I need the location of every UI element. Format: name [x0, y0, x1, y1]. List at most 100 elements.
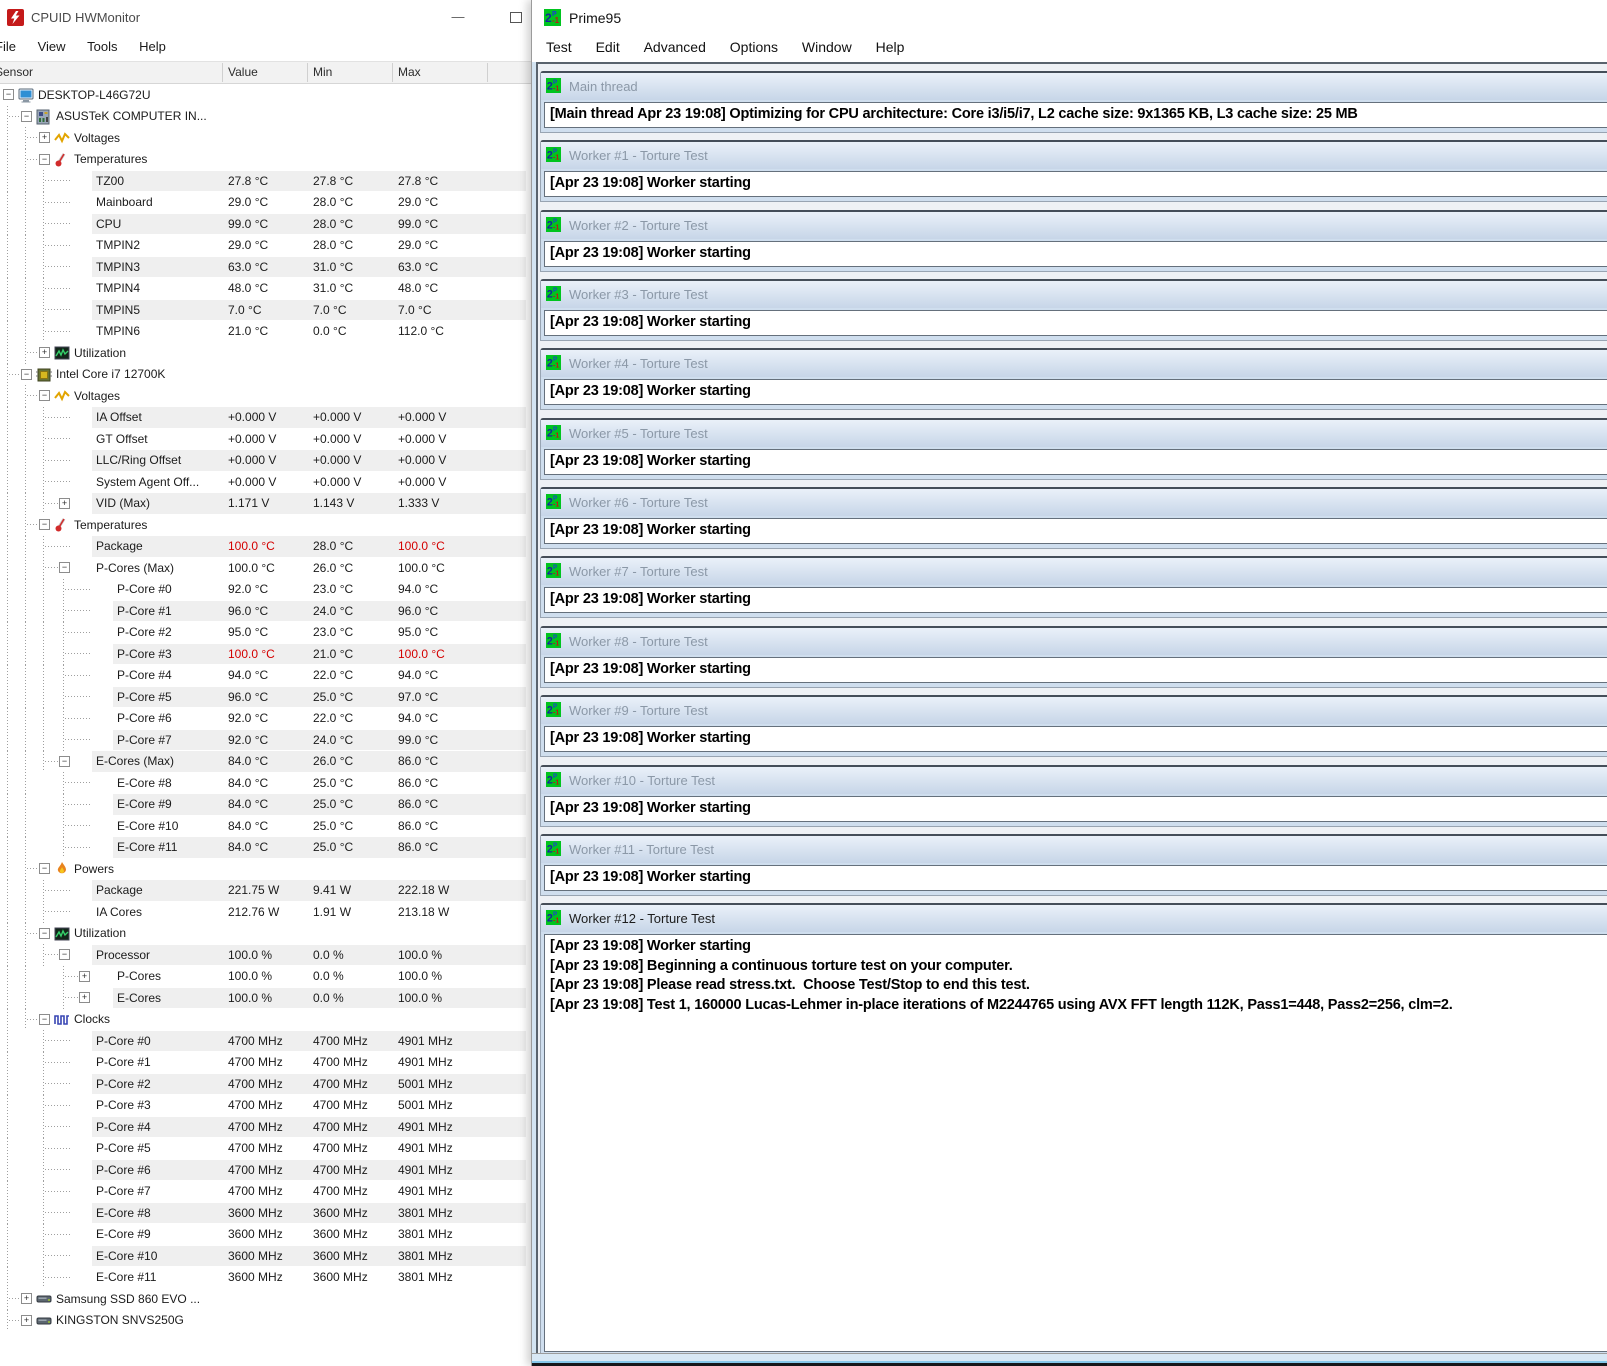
- menu-item-tools[interactable]: Tools: [78, 34, 126, 54]
- tree-node-row[interactable]: − ASUSTeK COMPUTER IN...: [0, 105, 531, 127]
- sensor-row[interactable]: System Agent Off... +0.000 V +0.000 V +0.00…: [0, 471, 531, 493]
- expand-expander-icon[interactable]: +: [79, 970, 90, 982]
- sensor-row[interactable]: E-Core #10 3600 MHz 3600 MHz 3801 MHz: [0, 1245, 531, 1267]
- collapse-expander-icon[interactable]: −: [39, 1013, 50, 1025]
- sensor-row[interactable]: P-Core #1 96.0 °C 24.0 °C 96.0 °C: [0, 600, 531, 622]
- sensor-row[interactable]: GT Offset +0.000 V +0.000 V +0.000 V: [0, 428, 531, 450]
- sensor-row[interactable]: IA Cores 212.76 W 1.91 W 213.18 W: [0, 901, 531, 923]
- collapse-expander-icon[interactable]: −: [39, 390, 50, 401]
- sensor-row[interactable]: TMPIN3 63.0 °C 31.0 °C 63.0 °C: [0, 256, 531, 278]
- minimize-button[interactable]: —: [446, 6, 470, 28]
- sensor-row[interactable]: E-Core #8 84.0 °C 25.0 °C 86.0 °C: [0, 772, 531, 794]
- mdi-child-titlebar[interactable]: 2 P -1 Worker #5 - Torture Test: [541, 419, 1607, 447]
- tree-node-row[interactable]: − Temperatures: [0, 514, 531, 536]
- mdi-child-titlebar[interactable]: 2 P -1 Worker #9 - Torture Test: [541, 697, 1607, 725]
- sensor-row[interactable]: E-Core #8 3600 MHz 3600 MHz 3801 MHz: [0, 1202, 531, 1224]
- tree-node-row[interactable]: + Utilization: [0, 342, 531, 364]
- collapse-expander-icon[interactable]: −: [3, 89, 14, 100]
- sensor-row[interactable]: P-Core #2 95.0 °C 23.0 °C 95.0 °C: [0, 621, 531, 643]
- sensor-row[interactable]: Mainboard 29.0 °C 28.0 °C 29.0 °C: [0, 191, 531, 213]
- sensor-row[interactable]: P-Core #0 4700 MHz 4700 MHz 4901 MHz: [0, 1030, 531, 1052]
- sensor-row[interactable]: P-Core #4 94.0 °C 22.0 °C 94.0 °C: [0, 664, 531, 686]
- expand-expander-icon[interactable]: +: [39, 347, 50, 358]
- collapse-expander-icon[interactable]: −: [39, 153, 50, 165]
- menu-item-file[interactable]: File: [0, 34, 25, 54]
- expand-expander-icon[interactable]: +: [59, 497, 70, 509]
- menu-item-view[interactable]: View: [29, 34, 75, 54]
- sensor-row[interactable]: E-Core #9 3600 MHz 3600 MHz 3801 MHz: [0, 1223, 531, 1245]
- tree-node-row[interactable]: − Powers: [0, 858, 531, 880]
- expand-expander-icon[interactable]: +: [79, 992, 90, 1003]
- expand-expander-icon[interactable]: +: [21, 1293, 32, 1304]
- prime95-titlebar[interactable]: 2 P -1 Prime95: [532, 0, 1607, 36]
- column-header-max[interactable]: Max: [398, 65, 421, 79]
- sensor-row[interactable]: P-Core #5 96.0 °C 25.0 °C 97.0 °C: [0, 686, 531, 708]
- sensor-row[interactable]: − E-Cores (Max) 84.0 °C 26.0 °C 86.0 °C: [0, 750, 531, 772]
- menu-item-help[interactable]: Help: [130, 34, 175, 54]
- sensor-row[interactable]: − Processor 100.0 % 0.0 % 100.0 %: [0, 944, 531, 966]
- sensor-row[interactable]: LLC/Ring Offset +0.000 V +0.000 V +0.000 V: [0, 449, 531, 471]
- column-header-sensor[interactable]: Sensor: [0, 65, 33, 79]
- collapse-expander-icon[interactable]: −: [59, 755, 70, 767]
- sensor-row[interactable]: − P-Cores (Max) 100.0 °C 26.0 °C 100.0 °C: [0, 557, 531, 579]
- sensor-row[interactable]: P-Core #5 4700 MHz 4700 MHz 4901 MHz: [0, 1137, 531, 1159]
- tree-node-row[interactable]: − Temperatures: [0, 148, 531, 170]
- sensor-row[interactable]: + P-Cores 100.0 % 0.0 % 100.0 %: [0, 965, 531, 987]
- tree-node-row[interactable]: − Intel Core i7 12700K: [0, 363, 531, 385]
- menu-item-window[interactable]: Window: [792, 36, 862, 55]
- sensor-row[interactable]: TMPIN4 48.0 °C 31.0 °C 48.0 °C: [0, 277, 531, 299]
- sensor-row[interactable]: P-Core #7 4700 MHz 4700 MHz 4901 MHz: [0, 1180, 531, 1202]
- column-header-min[interactable]: Min: [313, 65, 332, 79]
- tree-node-row[interactable]: − Voltages: [0, 385, 531, 407]
- mdi-child-titlebar[interactable]: 2 P -1 Worker #8 - Torture Test: [541, 627, 1607, 655]
- mdi-child-titlebar[interactable]: 2 P -1 Worker #7 - Torture Test: [541, 558, 1607, 586]
- sensor-row[interactable]: P-Core #2 4700 MHz 4700 MHz 5001 MHz: [0, 1073, 531, 1095]
- sensor-row[interactable]: Package 100.0 °C 28.0 °C 100.0 °C: [0, 535, 531, 557]
- tree-node-row[interactable]: + Samsung SSD 860 EVO ...: [0, 1288, 531, 1310]
- menu-item-help[interactable]: Help: [866, 36, 915, 55]
- mdi-child-titlebar[interactable]: 2 P -1 Worker #11 - Torture Test: [541, 835, 1607, 863]
- sensor-row[interactable]: E-Core #10 84.0 °C 25.0 °C 86.0 °C: [0, 815, 531, 837]
- sensor-row[interactable]: P-Core #0 92.0 °C 23.0 °C 94.0 °C: [0, 578, 531, 600]
- hwmonitor-titlebar[interactable]: CPUID HWMonitor —: [0, 0, 531, 34]
- tree-node-row[interactable]: − Clocks: [0, 1008, 531, 1030]
- sensor-row[interactable]: Package 221.75 W 9.41 W 222.18 W: [0, 879, 531, 901]
- sensor-row[interactable]: TMPIN6 21.0 °C 0.0 °C 112.0 °C: [0, 320, 531, 342]
- collapse-expander-icon[interactable]: −: [59, 562, 70, 573]
- mdi-child-titlebar[interactable]: 2 P -1 Worker #12 - Torture Test: [541, 905, 1607, 933]
- collapse-expander-icon[interactable]: −: [39, 927, 50, 939]
- collapse-expander-icon[interactable]: −: [39, 863, 50, 874]
- sensor-row[interactable]: P-Core #4 4700 MHz 4700 MHz 4901 MHz: [0, 1116, 531, 1138]
- collapse-expander-icon[interactable]: −: [39, 519, 50, 530]
- sensor-row[interactable]: E-Core #11 3600 MHz 3600 MHz 3801 MHz: [0, 1266, 531, 1288]
- tree-node-row[interactable]: − Utilization: [0, 922, 531, 944]
- sensor-row[interactable]: + VID (Max) 1.171 V 1.143 V 1.333 V: [0, 492, 531, 514]
- sensor-row[interactable]: TZ00 27.8 °C 27.8 °C 27.8 °C: [0, 170, 531, 192]
- mdi-child-titlebar[interactable]: 2 P -1 Worker #4 - Torture Test: [541, 350, 1607, 378]
- tree-node-row[interactable]: − DESKTOP-L46G72U: [0, 84, 531, 106]
- tree-node-row[interactable]: + Voltages: [0, 127, 531, 149]
- sensor-row[interactable]: E-Core #11 84.0 °C 25.0 °C 86.0 °C: [0, 836, 531, 858]
- sensor-row[interactable]: TMPIN2 29.0 °C 28.0 °C 29.0 °C: [0, 234, 531, 256]
- mdi-child-titlebar[interactable]: 2 P -1 Worker #1 - Torture Test: [541, 142, 1607, 170]
- column-header-value[interactable]: Value: [228, 65, 258, 79]
- sensor-row[interactable]: P-Core #1 4700 MHz 4700 MHz 4901 MHz: [0, 1051, 531, 1073]
- collapse-expander-icon[interactable]: −: [59, 949, 70, 960]
- sensor-row[interactable]: P-Core #6 92.0 °C 22.0 °C 94.0 °C: [0, 707, 531, 729]
- sensor-row[interactable]: + E-Cores 100.0 % 0.0 % 100.0 %: [0, 987, 531, 1009]
- expand-expander-icon[interactable]: +: [21, 1314, 32, 1326]
- maximize-button[interactable]: [504, 6, 528, 28]
- mdi-child-titlebar[interactable]: 2 P -1 Main thread: [541, 73, 1607, 100]
- sensor-row[interactable]: P-Core #3 4700 MHz 4700 MHz 5001 MHz: [0, 1094, 531, 1116]
- mdi-child-titlebar[interactable]: 2 P -1 Worker #10 - Torture Test: [541, 766, 1607, 794]
- menu-item-options[interactable]: Options: [720, 36, 788, 55]
- sensor-row[interactable]: IA Offset +0.000 V +0.000 V +0.000 V: [0, 406, 531, 428]
- sensor-row[interactable]: CPU 99.0 °C 28.0 °C 99.0 °C: [0, 213, 531, 235]
- mdi-child-titlebar[interactable]: 2 P -1 Worker #2 - Torture Test: [541, 211, 1607, 239]
- menu-item-edit[interactable]: Edit: [586, 36, 630, 55]
- sensor-row[interactable]: P-Core #3 100.0 °C 21.0 °C 100.0 °C: [0, 643, 531, 665]
- collapse-expander-icon[interactable]: −: [21, 368, 32, 380]
- sensor-row[interactable]: P-Core #7 92.0 °C 24.0 °C 99.0 °C: [0, 729, 531, 751]
- menu-item-advanced[interactable]: Advanced: [634, 36, 716, 55]
- menu-item-test[interactable]: Test: [536, 36, 582, 55]
